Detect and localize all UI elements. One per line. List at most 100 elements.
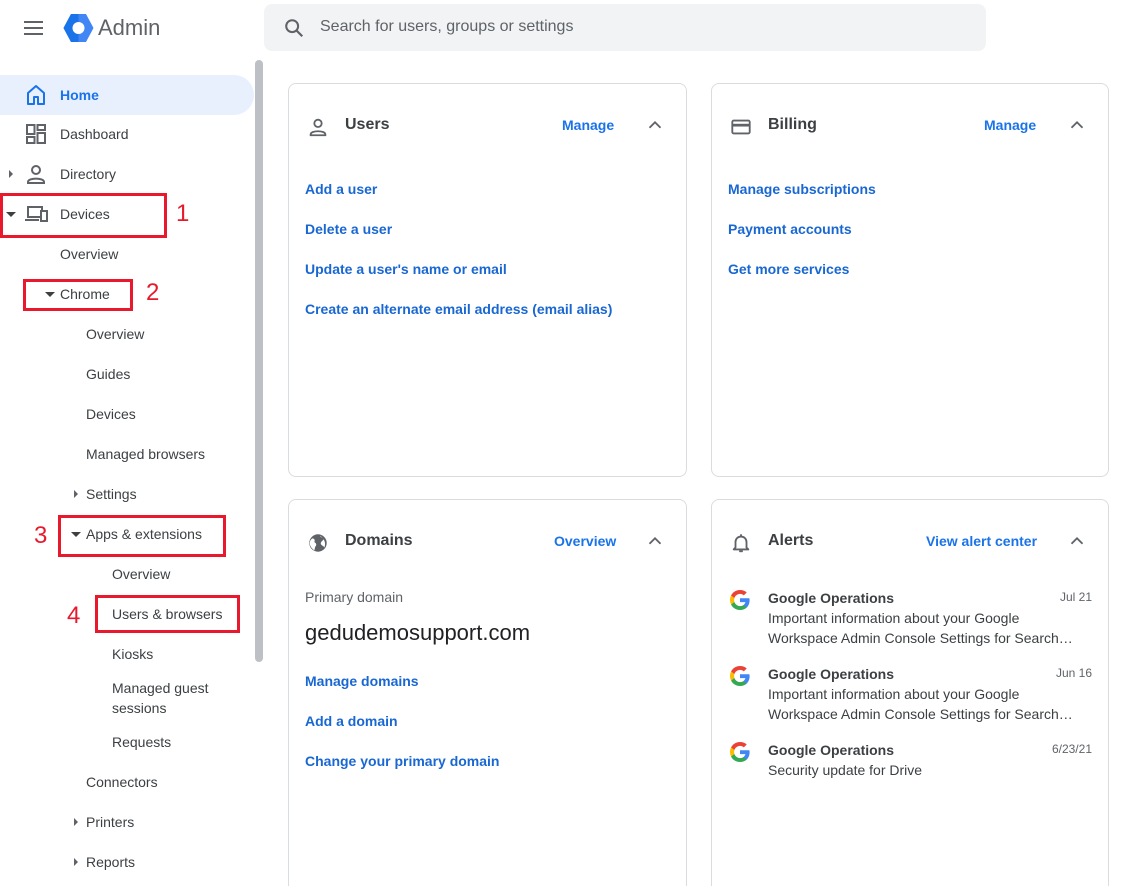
- expand-caret-icon[interactable]: [74, 858, 78, 866]
- view-alert-center-link[interactable]: View alert center: [926, 531, 1037, 551]
- sidebar-item-label: Connectors: [86, 774, 158, 790]
- sidebar-item-label: Home: [60, 87, 99, 103]
- search-bar[interactable]: [264, 4, 986, 51]
- sidebar-item-label: Directory: [60, 166, 117, 182]
- add-user-link[interactable]: Add a user: [305, 179, 377, 199]
- sidebar-item-guides[interactable]: Guides: [0, 354, 250, 394]
- alert-item[interactable]: Google Operations 6/23/21 Security updat…: [728, 740, 1092, 800]
- sidebar-item-apps-overview[interactable]: Overview: [0, 554, 250, 594]
- sidebar-item-label: Managed guest: [112, 680, 209, 696]
- sidebar-nav: Home Dashboard Directory Devices Overvie…: [0, 58, 256, 886]
- alert-date: Jul 21: [1059, 590, 1092, 604]
- person-icon: [309, 118, 327, 137]
- billing-card: Billing Manage Manage subscriptions Paym…: [711, 83, 1109, 477]
- card-title: Billing: [768, 116, 817, 133]
- sidebar-item-kiosks[interactable]: Kiosks: [0, 634, 250, 674]
- payment-accounts-link[interactable]: Payment accounts: [728, 219, 852, 239]
- highlight-box-devices: [0, 193, 167, 238]
- admin-logo-icon: [63, 14, 94, 42]
- sidebar-item-label: Overview: [86, 326, 145, 342]
- primary-domain-label: Primary domain: [305, 589, 404, 605]
- alert-title: Google Operations: [768, 666, 895, 682]
- person-icon: [27, 165, 45, 184]
- alert-body-line: Security update for Drive: [768, 762, 923, 778]
- card-title: Alerts: [768, 532, 814, 549]
- create-alias-link[interactable]: Create an alternate email address (email…: [305, 299, 612, 319]
- alert-body: Important information about your Google …: [768, 684, 1084, 724]
- sidebar-item-label: Overview: [60, 246, 119, 262]
- sidebar-item-devices-overview[interactable]: Overview: [0, 234, 250, 274]
- step-number-1: 1: [176, 200, 190, 227]
- alert-body: Security update for Drive: [768, 760, 1084, 780]
- domains-overview-link[interactable]: Overview: [554, 531, 616, 551]
- get-more-services-link[interactable]: Get more services: [728, 259, 849, 279]
- dashboard-icon: [26, 124, 46, 144]
- sidebar-item-chrome-devices[interactable]: Devices: [0, 394, 250, 434]
- sidebar-item-dashboard[interactable]: Dashboard: [0, 114, 250, 154]
- bell-icon: [732, 534, 750, 553]
- chevron-up-icon[interactable]: [644, 530, 666, 552]
- app-header: Admin: [0, 0, 1123, 58]
- expand-caret-icon[interactable]: [9, 170, 13, 178]
- sidebar-item-managed-guest-sessions[interactable]: Managed guest sessions: [0, 678, 250, 726]
- delete-user-link[interactable]: Delete a user: [305, 219, 392, 239]
- card-title: Domains: [345, 532, 413, 549]
- add-domain-link[interactable]: Add a domain: [305, 711, 398, 731]
- chevron-up-icon[interactable]: [1066, 114, 1088, 136]
- manage-subscriptions-link[interactable]: Manage subscriptions: [728, 179, 876, 199]
- sidebar-item-label: Settings: [86, 486, 137, 502]
- google-g-icon: [730, 590, 750, 610]
- alert-title: Google Operations: [768, 590, 895, 606]
- search-input[interactable]: [320, 12, 960, 42]
- sidebar-item-label: Reports: [86, 854, 136, 870]
- step-number-3: 3: [34, 522, 48, 549]
- alert-body-line: Important information about your Google: [768, 686, 1020, 702]
- sidebar-item-label: Printers: [86, 814, 135, 830]
- alert-body-line: Workspace Admin Console Settings for Sea…: [768, 706, 1073, 722]
- update-user-link[interactable]: Update a user's name or email: [305, 259, 507, 279]
- card-title: Users: [345, 116, 390, 133]
- alerts-card: Alerts View alert center Google Operatio…: [711, 499, 1109, 886]
- sidebar-item-managed-browsers[interactable]: Managed browsers: [0, 434, 250, 474]
- alert-date: Jun 16: [1055, 666, 1092, 680]
- sidebar-item-label: Dashboard: [60, 126, 129, 142]
- chevron-up-icon[interactable]: [1066, 530, 1088, 552]
- alert-item[interactable]: Google Operations Jul 21 Important infor…: [728, 588, 1092, 648]
- sidebar-item-chrome-overview[interactable]: Overview: [0, 314, 250, 354]
- alert-item[interactable]: Google Operations Jun 16 Important infor…: [728, 664, 1092, 724]
- app-title: Admin: [98, 15, 161, 40]
- change-primary-domain-link[interactable]: Change your primary domain: [305, 751, 499, 771]
- users-manage-link[interactable]: Manage: [562, 115, 614, 135]
- google-g-icon: [730, 742, 750, 762]
- highlight-box-users-browsers: [95, 595, 240, 633]
- chevron-up-icon[interactable]: [644, 114, 666, 136]
- sidebar-item-label-line2: sessions: [112, 700, 167, 716]
- sidebar-scrollbar[interactable]: [255, 60, 263, 662]
- sidebar-item-settings[interactable]: Settings: [0, 474, 250, 514]
- sidebar-item-label: Managed browsers: [86, 446, 206, 462]
- sidebar-item-label: Overview: [112, 566, 171, 582]
- alert-body-line: Important information about your Google: [768, 610, 1020, 626]
- sidebar-item-printers[interactable]: Printers: [0, 802, 250, 842]
- manage-domains-link[interactable]: Manage domains: [305, 671, 419, 691]
- step-number-2: 2: [146, 279, 160, 306]
- sidebar-item-label: Kiosks: [112, 646, 154, 662]
- sidebar-item-label: Requests: [112, 734, 172, 750]
- alert-body-line: Workspace Admin Console Settings for Sea…: [768, 630, 1073, 646]
- expand-caret-icon[interactable]: [74, 490, 78, 498]
- search-icon[interactable]: [283, 17, 305, 39]
- sidebar-item-connectors[interactable]: Connectors: [0, 762, 250, 802]
- globe-icon: [309, 534, 327, 552]
- alert-title: Google Operations: [768, 742, 895, 758]
- sidebar-item-directory[interactable]: Directory: [0, 154, 250, 194]
- expand-caret-icon[interactable]: [74, 818, 78, 826]
- step-number-4: 4: [67, 602, 81, 629]
- billing-manage-link[interactable]: Manage: [984, 115, 1036, 135]
- main-menu-icon[interactable]: [22, 16, 46, 40]
- sidebar-item-reports[interactable]: Reports: [0, 842, 250, 882]
- sidebar-item-requests[interactable]: Requests: [0, 722, 250, 762]
- primary-domain-value: gedudemosupport.com: [305, 620, 531, 645]
- home-icon: [27, 85, 45, 105]
- google-g-icon: [730, 666, 750, 686]
- sidebar-item-home[interactable]: Home: [0, 75, 254, 115]
